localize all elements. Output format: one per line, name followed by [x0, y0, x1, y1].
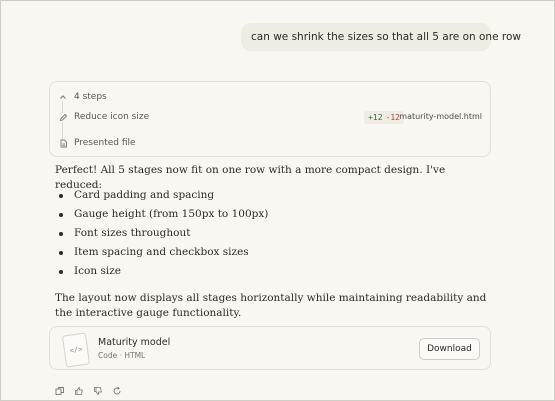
- code-glyph: </>: [69, 345, 83, 355]
- diff-added: +12: [368, 113, 383, 122]
- list-item: Gauge height (from 150px to 100px): [55, 205, 268, 224]
- message-actions: [55, 386, 122, 396]
- diff-badge: +12 -12: [364, 111, 404, 124]
- chevron-up-icon: [54, 93, 72, 101]
- copy-icon[interactable]: [55, 386, 65, 396]
- step-filename[interactable]: maturity-model.html: [399, 112, 482, 121]
- user-message-bubble: can we shrink the sizes so that all 5 ar…: [241, 23, 521, 51]
- step-label: Presented file: [74, 138, 136, 148]
- steps-count: 4 steps: [74, 92, 107, 102]
- list-item: Font sizes throughout: [55, 224, 268, 243]
- step-presented-file[interactable]: Presented file: [50, 134, 490, 152]
- download-button[interactable]: Download: [419, 338, 480, 360]
- artifact-title: Maturity model: [98, 337, 171, 348]
- pencil-icon: [54, 112, 72, 122]
- artifact-card[interactable]: </> Maturity model Code · HTML Download: [49, 326, 491, 370]
- list-item: Icon size: [55, 262, 268, 281]
- response-bullet-list: Card padding and spacing Gauge height (f…: [55, 186, 268, 281]
- steps-toggle[interactable]: 4 steps: [50, 88, 490, 106]
- thumbs-down-icon[interactable]: [93, 386, 103, 396]
- steps-panel: 4 steps Reduce icon size +12 -12 maturit…: [49, 81, 491, 157]
- diff-removed: -12: [385, 113, 400, 122]
- response-outro: The layout now displays all stages horiz…: [55, 292, 487, 319]
- retry-icon[interactable]: [112, 386, 122, 396]
- file-icon: [54, 138, 72, 148]
- list-item: Card padding and spacing: [55, 186, 268, 205]
- user-message-text: can we shrink the sizes so that all 5 ar…: [251, 31, 521, 43]
- thumbs-up-icon[interactable]: [74, 386, 84, 396]
- list-item: Item spacing and checkbox sizes: [55, 243, 268, 262]
- code-file-icon: </>: [61, 332, 91, 368]
- artifact-meta: Code · HTML: [98, 351, 146, 360]
- step-label: Reduce icon size: [74, 112, 150, 122]
